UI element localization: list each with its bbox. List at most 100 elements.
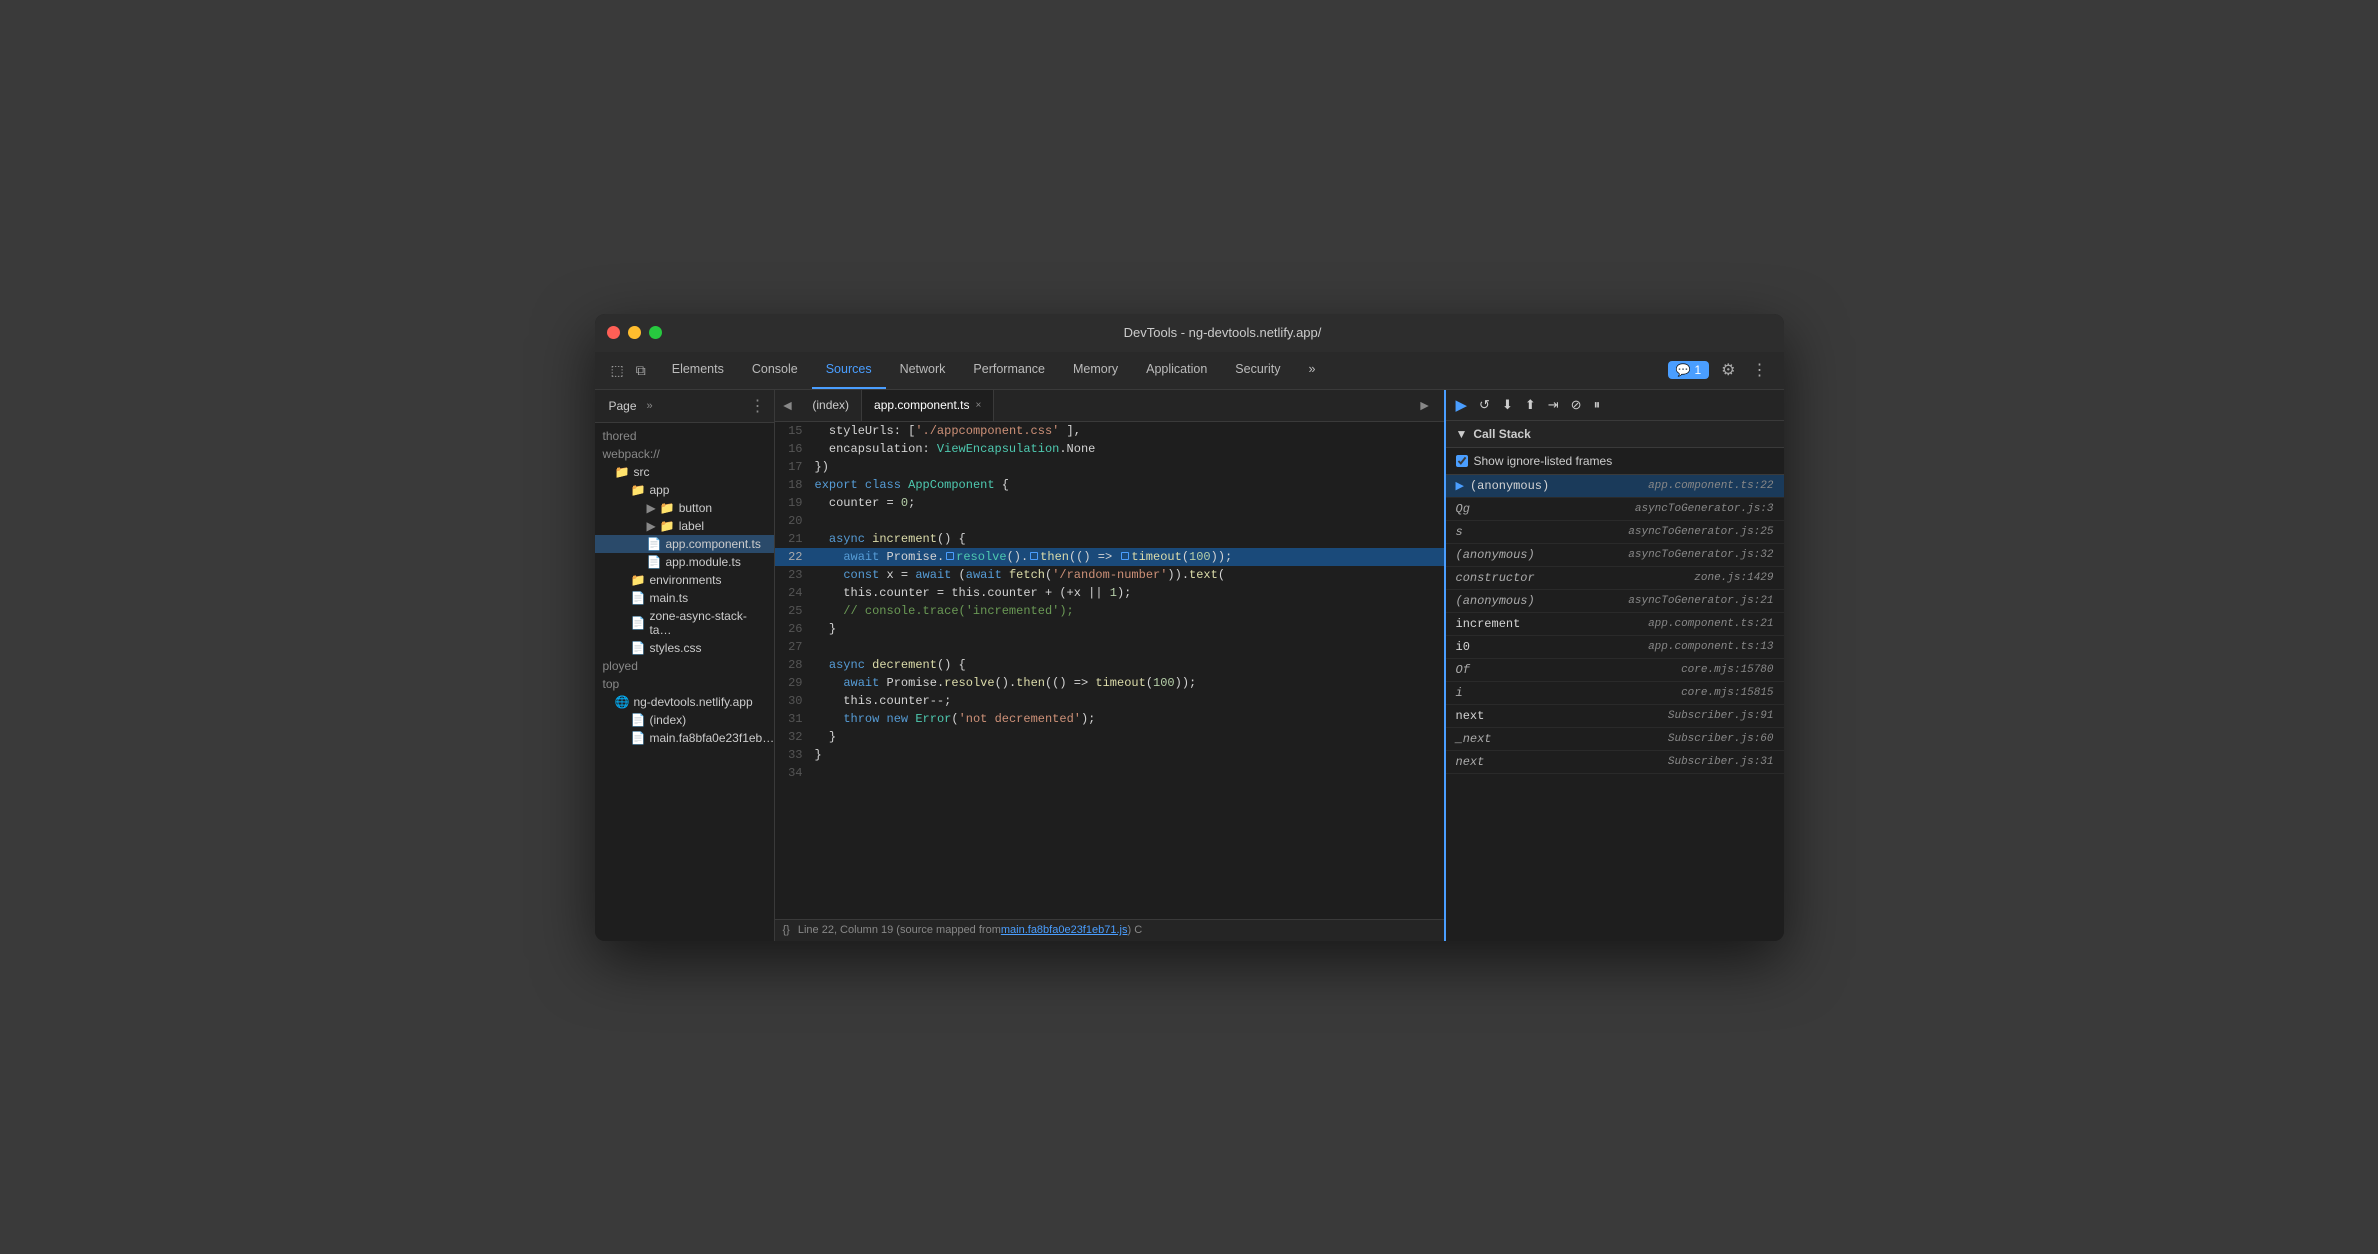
tab-network[interactable]: Network	[886, 352, 960, 389]
call-stack-header[interactable]: ▼ Call Stack	[1446, 421, 1784, 448]
code-actions: ►	[1406, 397, 1444, 413]
minimize-button[interactable]	[628, 326, 641, 339]
debug-toolbar: ▶ ↺ ⬇ ⬆ ⇥ ⊘ ⏸	[1446, 390, 1784, 421]
code-tab-index[interactable]: (index)	[800, 390, 862, 421]
tree-item-src[interactable]: 📁 src	[595, 463, 774, 481]
tab-performance[interactable]: Performance	[959, 352, 1059, 389]
call-stack-item-0[interactable]: ▶ (anonymous) app.component.ts:22	[1446, 475, 1784, 498]
close-button[interactable]	[607, 326, 620, 339]
tree-item-app-component[interactable]: 📄 app.component.ts	[595, 535, 774, 553]
code-line-16: 16 encapsulation: ViewEncapsulation.None	[775, 440, 1444, 458]
frame-location: Subscriber.js:91	[1668, 710, 1774, 722]
frame-location: app.component.ts:13	[1648, 641, 1773, 653]
call-stack-item-10[interactable]: next Subscriber.js:91	[1446, 705, 1784, 728]
call-stack-item-1[interactable]: Qg asyncToGenerator.js:3	[1446, 498, 1784, 521]
code-editor[interactable]: 15 styleUrls: ['./appcomponent.css' ], 1…	[775, 422, 1444, 919]
sidebar-header: Page » ⋮	[595, 390, 774, 423]
maximize-button[interactable]	[649, 326, 662, 339]
call-stack-item-5[interactable]: (anonymous) asyncToGenerator.js:21	[1446, 590, 1784, 613]
settings-icon[interactable]: ⚙	[1717, 358, 1739, 382]
frame-location: asyncToGenerator.js:21	[1628, 595, 1773, 607]
call-stack-item-11[interactable]: _next Subscriber.js:60	[1446, 728, 1784, 751]
step-out-button[interactable]: ⬆	[1523, 395, 1538, 415]
call-stack-item-3[interactable]: (anonymous) asyncToGenerator.js:32	[1446, 544, 1784, 567]
resume-button[interactable]: ▶	[1454, 394, 1470, 416]
tree-item-authored[interactable]: thored	[595, 427, 774, 445]
call-stack-item-12[interactable]: next Subscriber.js:31	[1446, 751, 1784, 774]
debug-panel: ▶ ↺ ⬇ ⬆ ⇥ ⊘ ⏸ ▼ Call Stack Show ignore-l…	[1444, 390, 1784, 941]
tab-console[interactable]: Console	[738, 352, 812, 389]
tree-item-styles[interactable]: 📄 styles.css	[595, 639, 774, 657]
tree-item-app-module[interactable]: 📄 app.module.ts	[595, 553, 774, 571]
tree-item-environments[interactable]: 📁 environments	[595, 571, 774, 589]
tree-label: webpack://	[603, 447, 660, 461]
tree-item-app[interactable]: 📁 app	[595, 481, 774, 499]
code-line-23: 23 const x = await (await fetch('/random…	[775, 566, 1444, 584]
show-ignored-checkbox[interactable]	[1456, 455, 1468, 467]
tab-memory[interactable]: Memory	[1059, 352, 1132, 389]
step-into-button[interactable]: ⬇	[1500, 395, 1515, 415]
arrow-icon: ▶	[647, 519, 656, 533]
status-bar: {} Line 22, Column 19 (source mapped fro…	[775, 919, 1444, 941]
frame-name: (anonymous)	[1456, 594, 1629, 608]
main-content: Page » ⋮ thored webpack:// 📁 src 📁 app	[595, 390, 1784, 941]
tree-label: app.component.ts	[665, 537, 760, 551]
tree-item-main-js[interactable]: 📄 main.fa8bfa0e23f1eb…	[595, 729, 774, 747]
tree-label: thored	[603, 429, 637, 443]
tree-item-zone[interactable]: 📄 zone-async-stack-ta…	[595, 607, 774, 639]
tree-item-webpack[interactable]: webpack://	[595, 445, 774, 463]
tree-label: button	[679, 501, 712, 515]
deactivate-breakpoints-button[interactable]: ⊘	[1569, 395, 1584, 415]
tree-item-label[interactable]: ▶ 📁 label	[595, 517, 774, 535]
call-stack-item-8[interactable]: Of core.mjs:15780	[1446, 659, 1784, 682]
step-button[interactable]: ⇥	[1546, 395, 1561, 415]
status-brackets-icon[interactable]: {}	[783, 924, 790, 936]
sidebar-menu-btn[interactable]: ⋮	[750, 396, 766, 416]
tree-label: styles.css	[649, 641, 701, 655]
tab-elements[interactable]: Elements	[658, 352, 738, 389]
tree-item-button[interactable]: ▶ 📁 button	[595, 499, 774, 517]
expand-code-icon[interactable]: ►	[1414, 397, 1436, 413]
code-panel: ◄ (index) app.component.ts × ► 15 styleU…	[775, 390, 1444, 941]
tree-label: ployed	[603, 659, 638, 673]
call-stack-item-2[interactable]: s asyncToGenerator.js:25	[1446, 521, 1784, 544]
tab-application[interactable]: Application	[1132, 352, 1221, 389]
cursor-icon[interactable]: ⬚	[607, 358, 628, 383]
tab-more[interactable]: »	[1294, 352, 1329, 389]
notifications-badge[interactable]: 💬 1	[1668, 361, 1710, 379]
code-tab-close[interactable]: ×	[975, 400, 981, 411]
code-line-31: 31 throw new Error('not decremented');	[775, 710, 1444, 728]
tree-item-main[interactable]: 📄 main.ts	[595, 589, 774, 607]
tree-item-origin[interactable]: 🌐 ng-devtools.netlify.app	[595, 693, 774, 711]
code-tab-file-label: app.component.ts	[874, 398, 969, 412]
call-stack-item-4[interactable]: constructor zone.js:1429	[1446, 567, 1784, 590]
show-ignored-label[interactable]: Show ignore-listed frames	[1474, 454, 1613, 468]
pause-on-exceptions-button[interactable]: ⏸	[1592, 395, 1603, 415]
code-tab-file[interactable]: app.component.ts ×	[862, 390, 994, 421]
code-nav-back[interactable]: ◄	[775, 397, 801, 413]
device-icon[interactable]: ⧉	[632, 358, 650, 383]
sidebar-page-tab[interactable]: Page	[603, 397, 643, 415]
file-icon: 📄	[631, 641, 646, 655]
sidebar-more-btn[interactable]: »	[647, 400, 653, 412]
code-line-30: 30 this.counter--;	[775, 692, 1444, 710]
more-options-icon[interactable]: ⋮	[1748, 358, 1772, 382]
tree-item-index[interactable]: 📄 (index)	[595, 711, 774, 729]
step-over-button[interactable]: ↺	[1477, 395, 1492, 415]
call-stack-item-7[interactable]: i0 app.component.ts:13	[1446, 636, 1784, 659]
code-line-21: 21 async increment() {	[775, 530, 1444, 548]
frame-name: next	[1456, 755, 1668, 769]
file-tree: thored webpack:// 📁 src 📁 app ▶ 📁 button	[595, 423, 774, 751]
tabbar-left-icons: ⬚ ⧉	[599, 352, 658, 389]
tree-item-ployed[interactable]: ployed	[595, 657, 774, 675]
status-source-link[interactable]: main.fa8bfa0e23f1eb71.js	[1001, 924, 1128, 936]
frame-location: app.component.ts:22	[1648, 480, 1773, 492]
call-stack-item-9[interactable]: i core.mjs:15815	[1446, 682, 1784, 705]
frame-name: Qg	[1456, 502, 1635, 516]
tab-sources[interactable]: Sources	[812, 352, 886, 389]
frame-location: Subscriber.js:60	[1668, 733, 1774, 745]
tab-security[interactable]: Security	[1221, 352, 1294, 389]
call-stack-item-6[interactable]: increment app.component.ts:21	[1446, 613, 1784, 636]
tree-item-top[interactable]: top	[595, 675, 774, 693]
frame-name: Of	[1456, 663, 1682, 677]
